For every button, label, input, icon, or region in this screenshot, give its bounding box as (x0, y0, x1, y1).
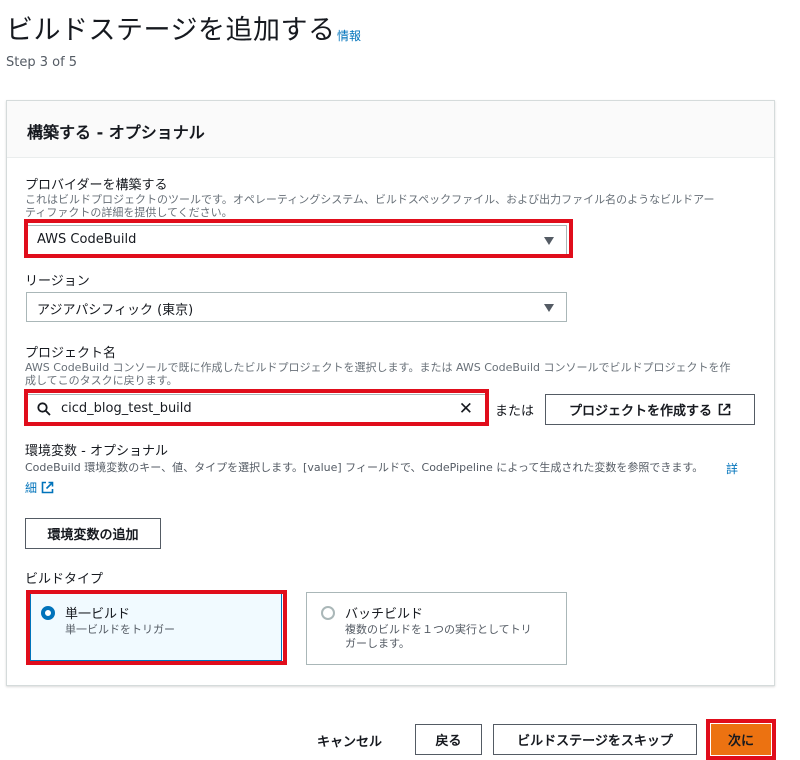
search-icon (37, 402, 51, 416)
details-link[interactable]: 詳 (726, 460, 738, 477)
create-project-label: プロジェクトを作成する (568, 404, 712, 419)
skip-label: ビルドステージをスキップ (517, 734, 673, 749)
build-type-single-tile[interactable]: 単一ビルド 単一ビルドをトリガー (30, 593, 282, 661)
region-selected-value: アジアパシフィック (東京) (37, 303, 194, 318)
region-label: リージョン (25, 274, 90, 289)
add-env-variable-button[interactable]: 環境変数の追加 (25, 518, 161, 549)
create-project-button[interactable]: プロジェクトを作成する (545, 394, 755, 425)
radio-unselected[interactable] (321, 606, 335, 620)
caret-down-icon (544, 304, 554, 312)
step-indicator: Step 3 of 5 (6, 55, 78, 70)
provider-select[interactable]: AWS CodeBuild (26, 225, 567, 255)
build-type-batch-tile[interactable]: バッチビルド 複数のビルドを１つの実行としてトリ ガーします。 (306, 592, 567, 665)
next-label: 次に (727, 734, 754, 749)
project-search-input[interactable]: cicd_blog_test_build ✕ (26, 394, 486, 424)
skip-build-stage-button[interactable]: ビルドステージをスキップ (493, 724, 697, 755)
provider-label: プロバイダーを構築する (25, 178, 168, 193)
region-select[interactable]: アジアパシフィック (東京) (26, 292, 567, 322)
env-label: 環境変数 - オプショナル (25, 444, 168, 459)
batch-build-title: バッチビルド (345, 607, 424, 622)
external-link-icon (718, 403, 731, 416)
provider-description-1: これはビルドプロジェクトのツールです。オペレーティングシステム、ビルドスペックフ… (25, 193, 715, 206)
next-button[interactable]: 次に (711, 724, 771, 755)
panel-title: 構築する - オプショナル (27, 123, 205, 142)
env-description: CodeBuild 環境変数のキー、値、タイプを選択します。[value] フィ… (25, 461, 704, 474)
project-description-1: AWS CodeBuild コンソールで既に作成したビルドプロジェクトを選択しま… (25, 361, 731, 374)
project-search-value: cicd_blog_test_build (61, 401, 192, 416)
single-build-desc: 単一ビルドをトリガー (65, 623, 175, 636)
add-env-variable-label: 環境変数の追加 (47, 528, 139, 543)
batch-build-desc-2: ガーします。 (345, 637, 410, 650)
back-button[interactable]: 戻る (415, 724, 482, 755)
single-build-title: 単一ビルド (65, 607, 131, 622)
page-title: ビルドステージを追加する (6, 15, 336, 46)
cancel-button[interactable]: キャンセル (317, 731, 382, 750)
external-link-icon (41, 481, 54, 494)
radio-selected[interactable] (41, 606, 55, 620)
details-link-row[interactable]: 細 (25, 479, 54, 496)
close-icon[interactable]: ✕ (459, 401, 473, 418)
info-link[interactable]: 情報 (337, 27, 361, 44)
project-label: プロジェクト名 (25, 346, 117, 361)
provider-selected-value: AWS CodeBuild (37, 232, 137, 247)
caret-down-icon (544, 237, 554, 245)
provider-description-2: ティファクトの詳細を提供してください。 (25, 206, 233, 219)
project-description-2: 成してこのタスクに戻ります。 (25, 374, 178, 387)
or-text: または (495, 404, 535, 419)
details-link-cont[interactable]: 細 (25, 479, 37, 496)
build-type-label: ビルドタイプ (25, 572, 104, 587)
panel-header: 構築する - オプショナル (7, 101, 774, 158)
batch-build-desc-1: 複数のビルドを１つの実行としてトリ (345, 623, 532, 636)
back-label: 戻る (435, 734, 462, 749)
